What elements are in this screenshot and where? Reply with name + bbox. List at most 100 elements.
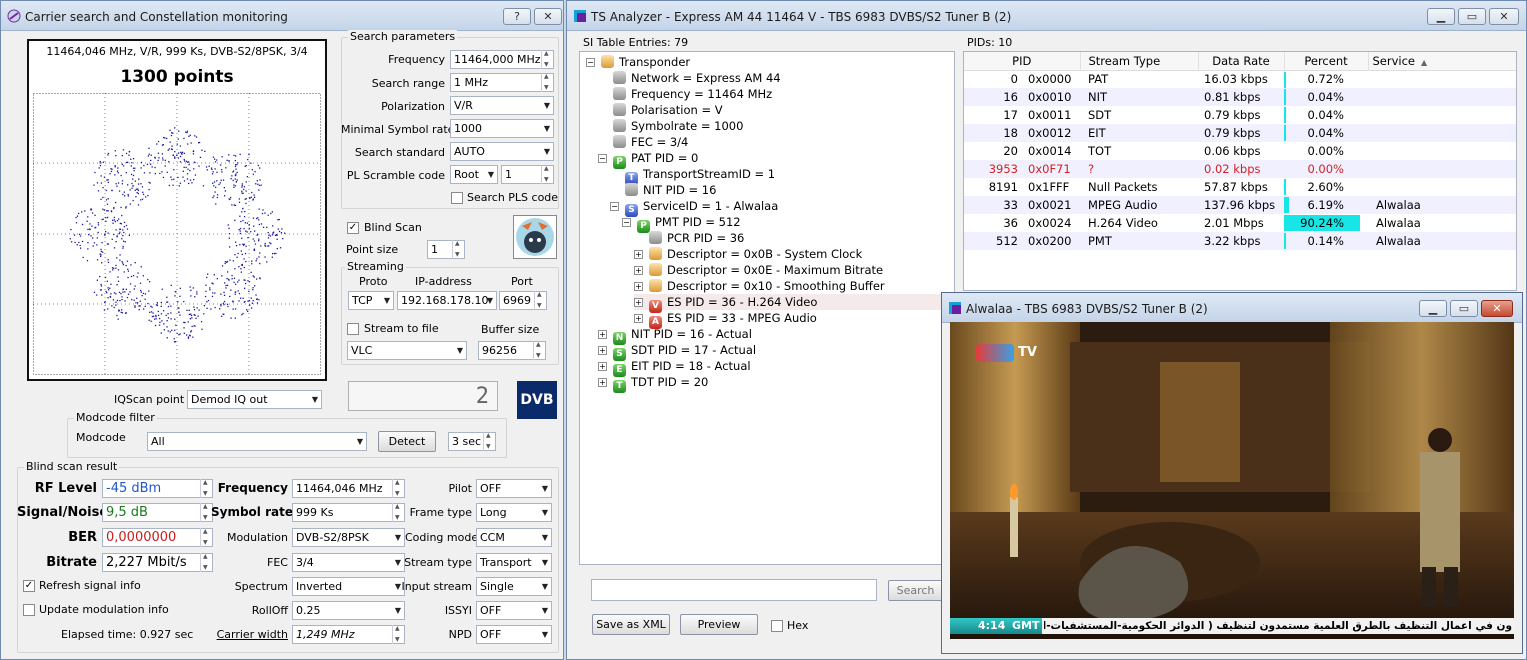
pl-scramble-mode-select[interactable]: Root ▼ [450, 165, 498, 184]
table-row[interactable]: 20 0x0014 TOT 0.06 kbps 0.00% [964, 142, 1516, 160]
tree-node[interactable]: Polarisation = V [598, 102, 723, 118]
search-range-spin[interactable] [541, 73, 553, 92]
pl-scramble-spin[interactable] [541, 165, 553, 184]
carrier-width-spin[interactable] [392, 625, 404, 644]
collapse-icon[interactable]: − [586, 58, 595, 67]
npd-select[interactable]: OFF ▼ [476, 625, 552, 644]
min-symbol-rate-select[interactable]: 1000 ▼ [450, 119, 554, 138]
table-row[interactable]: 16 0x0010 NIT 0.81 kbps 0.04% [964, 88, 1516, 106]
table-row[interactable]: 512 0x0200 PMT 3.22 kbps 0.14% Alwalaa [964, 232, 1516, 250]
expand-icon[interactable]: + [634, 298, 643, 307]
tree-node[interactable]: + N NIT PID = 16 - Actual [598, 326, 752, 345]
title-bar[interactable]: TS Analyzer - Express AM 44 11464 V - TB… [567, 1, 1526, 31]
port-spin[interactable] [534, 291, 546, 310]
close-button[interactable]: ✕ [534, 8, 562, 25]
tree-node[interactable]: − Transponder [586, 54, 690, 70]
tree-node[interactable]: − P PMT PID = 512 [622, 214, 741, 233]
frequency-input[interactable]: 11464,000 MHz [450, 50, 554, 69]
tree-node[interactable]: T TransportStreamID = 1 [610, 166, 775, 185]
tree-node[interactable]: + Descriptor = 0x0B - System Clock [634, 246, 862, 262]
maximize-button[interactable]: ▭ [1458, 8, 1486, 25]
tree-node[interactable]: + T TDT PID = 20 [598, 374, 708, 393]
col-percent[interactable]: Percent [1284, 52, 1369, 70]
tree-node[interactable]: PCR PID = 36 [634, 230, 744, 246]
search-button[interactable]: Search [888, 580, 943, 601]
tree-node[interactable]: Frequency = 11464 MHz [598, 86, 772, 102]
close-button[interactable]: ✕ [1481, 300, 1513, 317]
buffer-size-spin[interactable] [533, 341, 545, 360]
spectrum-select[interactable]: Inverted ▼ [292, 577, 405, 596]
iq-scan-select[interactable]: Demod IQ out ▼ [187, 390, 322, 409]
detect-seconds-spin[interactable] [483, 432, 495, 451]
minimize-button[interactable]: ▁ [1427, 8, 1455, 25]
detect-button[interactable]: Detect [378, 431, 436, 452]
input-stream-select[interactable]: Single ▼ [476, 577, 552, 596]
stream-to-file-checkbox[interactable] [347, 323, 359, 335]
refresh-signal-checkbox[interactable]: ✓ [23, 580, 35, 592]
tree-node[interactable]: − S ServiceID = 1 - Alwalaa [610, 198, 778, 217]
tree-node[interactable]: + V ES PID = 36 - H.264 Video [634, 294, 954, 313]
table-row[interactable]: 0 0x0000 PAT 16.03 kbps 0.72% [964, 70, 1516, 88]
polarization-select[interactable]: V/R ▼ [450, 96, 554, 115]
preview-button[interactable]: Preview [680, 614, 758, 635]
hex-checkbox[interactable] [771, 620, 783, 632]
tree-node[interactable]: NIT PID = 16 [610, 182, 716, 198]
table-row[interactable]: 18 0x0012 EIT 0.79 kbps 0.04% [964, 124, 1516, 142]
tree-node[interactable]: Network = Express AM 44 [598, 70, 781, 86]
result-frequency-spin[interactable] [392, 479, 404, 498]
point-size-spin[interactable] [452, 240, 464, 259]
ip-select[interactable]: 192.168.178.10 ▼ [397, 291, 497, 310]
search-range-input[interactable]: 1 MHz [450, 73, 554, 92]
tree-node[interactable]: + Descriptor = 0x0E - Maximum Bitrate [634, 262, 883, 278]
blind-scan-checkbox[interactable]: ✓ [347, 222, 359, 234]
expand-icon[interactable]: + [598, 330, 607, 339]
search-standard-select[interactable]: AUTO ▼ [450, 142, 554, 161]
player-select[interactable]: VLC ▼ [347, 341, 467, 360]
save-as-xml-button[interactable]: Save as XML [592, 614, 670, 635]
video-frame[interactable]: TV 4:14 GMT ون في اعمال التنظيف بالطرق ا… [950, 322, 1514, 639]
tree-node[interactable]: + S SDT PID = 17 - Actual [598, 342, 756, 361]
maximize-button[interactable]: ▭ [1450, 300, 1478, 317]
fec-select[interactable]: 3/4 ▼ [292, 553, 405, 572]
table-row[interactable]: 36 0x0024 H.264 Video 2.01 Mbps 90.24% Alwala… [964, 214, 1516, 232]
issyi-select[interactable]: OFF ▼ [476, 601, 552, 620]
frame-type-select[interactable]: Long ▼ [476, 503, 552, 522]
update-modulation-checkbox[interactable] [23, 604, 35, 616]
table-row[interactable]: 17 0x0011 SDT 0.79 kbps 0.04% [964, 106, 1516, 124]
table-row[interactable]: 3953 0x0F71? 0.02 kbps 0.00% [964, 160, 1516, 178]
carrier-width-label[interactable]: Carrier width [201, 628, 288, 641]
search-pls-checkbox[interactable] [451, 192, 463, 204]
table-row[interactable]: 8191 0x1FFF Null Packets 57.87 kbps 2.60% [964, 178, 1516, 196]
expand-icon[interactable]: + [634, 314, 643, 323]
tree-node[interactable]: + A ES PID = 33 - MPEG Audio [634, 310, 817, 329]
modulation-select[interactable]: DVB-S2/8PSK ▼ [292, 528, 405, 547]
tree-node[interactable]: + E EIT PID = 18 - Actual [598, 358, 751, 377]
collapse-icon[interactable]: − [610, 202, 619, 211]
tree-node[interactable]: FEC = 3/4 [598, 134, 688, 150]
search-input[interactable] [591, 579, 877, 601]
frequency-spin[interactable] [541, 50, 553, 69]
col-data-rate[interactable]: Data Rate [1198, 52, 1285, 70]
minimize-button[interactable]: ▁ [1419, 300, 1447, 317]
expand-icon[interactable]: + [598, 346, 607, 355]
expand-icon[interactable]: + [598, 378, 607, 387]
expand-icon[interactable]: + [634, 250, 643, 259]
title-bar[interactable]: Carrier search and Constellation monitor… [1, 1, 563, 31]
close-button[interactable]: ✕ [1489, 8, 1519, 25]
pilot-select[interactable]: OFF ▼ [476, 479, 552, 498]
col-service[interactable]: Service ▲ [1368, 52, 1516, 70]
col-pid[interactable]: PID [964, 52, 1081, 70]
tree-node[interactable]: + Descriptor = 0x10 - Smoothing Buffer [634, 278, 885, 294]
proto-select[interactable]: TCP ▼ [348, 291, 394, 310]
modcode-select[interactable]: All ▼ [147, 432, 367, 451]
title-bar[interactable]: Alwalaa - TBS 6983 DVBS/S2 Tuner B (2) ▁… [942, 293, 1522, 323]
expand-icon[interactable]: + [634, 266, 643, 275]
tree-node[interactable]: − P PAT PID = 0 [598, 150, 698, 169]
tree-node[interactable]: Symbolrate = 1000 [598, 118, 743, 134]
table-row[interactable]: 33 0x0021 MPEG Audio 137.96 kbps 6.19% Alwala… [964, 196, 1516, 214]
collapse-icon[interactable]: − [622, 218, 631, 227]
help-button[interactable]: ? [503, 8, 531, 25]
expand-icon[interactable]: + [598, 362, 607, 371]
expand-icon[interactable]: + [634, 282, 643, 291]
collapse-icon[interactable]: − [598, 154, 607, 163]
